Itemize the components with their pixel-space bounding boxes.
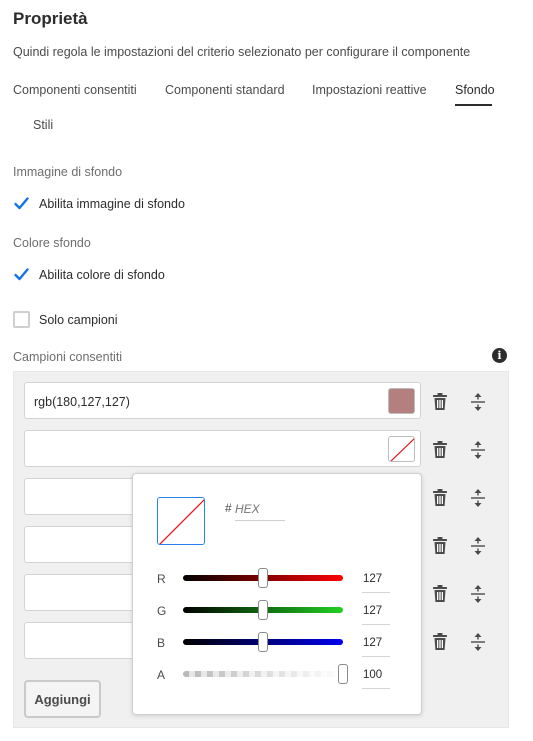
tab-stili[interactable]: Stili <box>33 118 53 132</box>
drag-handle-icon[interactable] <box>468 392 488 412</box>
enable-background-color-label: Abilita colore di sfondo <box>39 267 165 282</box>
drag-handle-icon[interactable] <box>468 536 488 556</box>
swatch-field-2[interactable] <box>24 430 421 467</box>
slider-thumb-b[interactable] <box>258 632 268 652</box>
trash-icon[interactable] <box>430 440 450 460</box>
trash-icon[interactable] <box>430 488 450 508</box>
slider-value-a[interactable]: 100 <box>363 669 382 681</box>
slider-thumb-r[interactable] <box>258 568 268 588</box>
page-title: Proprietà <box>13 9 88 28</box>
slider-label-g: G <box>157 604 167 618</box>
allowed-swatches-label: Campioni consentiti <box>13 350 123 364</box>
trash-icon[interactable] <box>430 392 450 412</box>
slider-label-b: B <box>157 636 166 650</box>
color-swatch-button[interactable] <box>388 388 415 414</box>
active-tab-indicator <box>455 104 492 106</box>
background-image-label: Immagine di sfondo <box>13 165 123 179</box>
slider-value-r[interactable]: 127 <box>363 573 382 585</box>
slider-value-g[interactable]: 127 <box>363 605 382 617</box>
slider-value-b[interactable]: 127 <box>363 637 382 649</box>
value-underline <box>362 624 390 625</box>
drag-handle-icon[interactable] <box>468 584 488 604</box>
hex-hash-label: # <box>225 501 232 515</box>
enable-background-image-checkbox[interactable]: Abilita immagine di sfondo <box>13 195 185 212</box>
color-preview-swatch <box>157 497 205 545</box>
trash-icon[interactable] <box>430 632 450 652</box>
slider-thumb-a[interactable] <box>338 664 348 684</box>
swatch-field-1[interactable]: rgb(180,127,127) <box>24 382 421 419</box>
page-description: Quindi regola le impostazioni del criter… <box>13 45 471 59</box>
color-swatch-button[interactable] <box>388 436 415 462</box>
trash-icon[interactable] <box>430 584 450 604</box>
swatches-only-label: Solo campioni <box>39 312 118 327</box>
value-underline <box>362 592 390 593</box>
trash-icon[interactable] <box>430 536 450 556</box>
slider-track-a[interactable] <box>183 671 343 677</box>
tab-sfondo[interactable]: Sfondo <box>455 83 495 97</box>
enable-background-color-checkbox[interactable]: Abilita colore di sfondo <box>13 266 165 283</box>
drag-handle-icon[interactable] <box>468 488 488 508</box>
slider-label-a: A <box>157 668 166 682</box>
checkmark-icon <box>13 195 30 212</box>
hex-input[interactable] <box>235 497 285 521</box>
drag-handle-icon[interactable] <box>468 632 488 652</box>
value-underline <box>362 688 390 689</box>
tab-componenti-standard[interactable]: Componenti standard <box>165 83 285 97</box>
drag-handle-icon[interactable] <box>468 440 488 460</box>
swatch-value: rgb(180,127,127) <box>34 395 130 409</box>
tab-impostazioni-reattive[interactable]: Impostazioni reattive <box>312 83 427 97</box>
swatches-only-checkbox[interactable]: Solo campioni <box>13 311 118 328</box>
value-underline <box>362 656 390 657</box>
checkmark-icon <box>13 266 30 283</box>
slider-label-r: R <box>157 572 166 586</box>
add-button[interactable]: Aggiungi <box>24 680 101 718</box>
info-icon[interactable]: i <box>492 348 507 363</box>
enable-background-image-label: Abilita immagine di sfondo <box>39 196 185 211</box>
tab-componenti-consentiti[interactable]: Componenti consentiti <box>13 83 137 97</box>
checkbox-box <box>13 311 30 328</box>
background-color-label: Colore sfondo <box>13 236 91 250</box>
slider-thumb-g[interactable] <box>258 600 268 620</box>
